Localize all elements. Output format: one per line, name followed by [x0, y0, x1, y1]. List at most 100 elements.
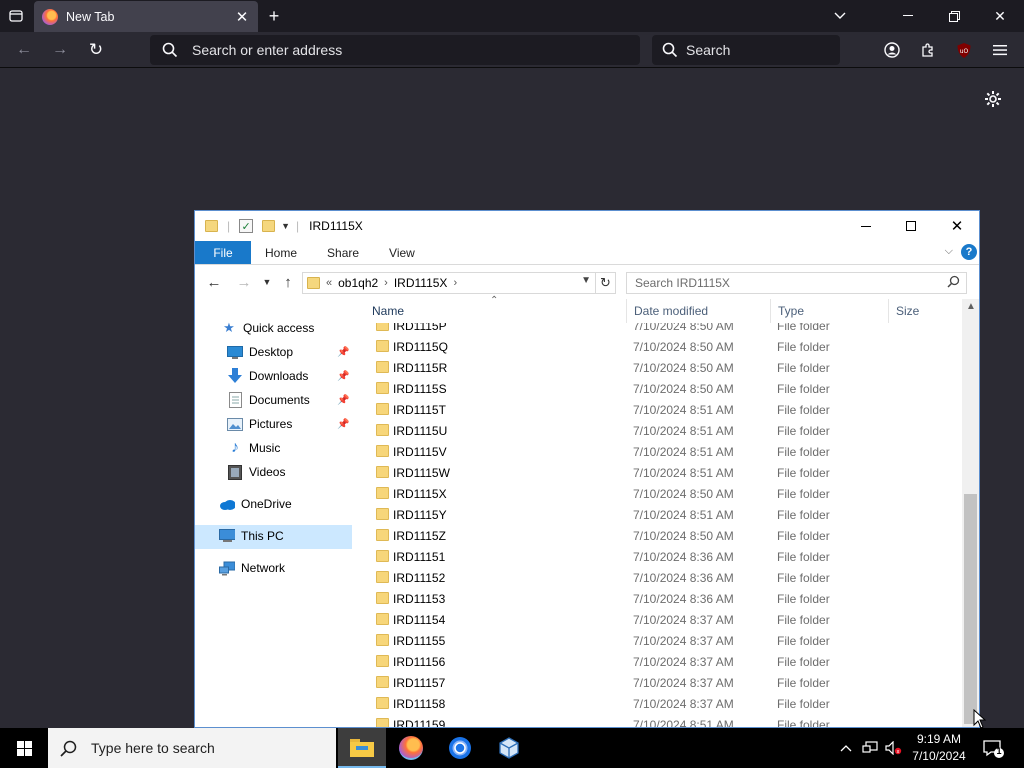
table-row[interactable]: IRD1115Z 7/10/2024 8:50 AM File folder [365, 525, 965, 546]
vertical-scrollbar[interactable]: ▲ [962, 299, 979, 727]
show-hidden-icons-chevron-icon[interactable] [838, 740, 854, 756]
forward-arrow-icon[interactable]: → [234, 272, 254, 292]
scrollbar-thumb[interactable] [964, 494, 977, 724]
taskbar-search-box[interactable]: Type here to search [48, 728, 336, 768]
table-row[interactable]: IRD11153 7/10/2024 8:36 AM File folder [365, 588, 965, 609]
notification-center-icon[interactable]: 1 [982, 737, 1004, 759]
explorer-minimize-icon[interactable] [843, 211, 889, 241]
volume-muted-icon[interactable]: x [884, 739, 902, 757]
nav-item-onedrive[interactable]: OneDrive [219, 493, 292, 515]
reload-icon[interactable]: ↻ [86, 40, 106, 60]
taskbar-firefox[interactable] [387, 728, 435, 768]
tab-view[interactable]: View [374, 241, 430, 264]
nav-item-downloads[interactable]: Downloads [227, 365, 308, 387]
network-status-icon[interactable] [861, 739, 879, 757]
explorer-close-icon[interactable]: ✕ [934, 211, 979, 241]
nav-item-network[interactable]: Network [219, 557, 285, 579]
table-row[interactable]: IRD1115P 7/10/2024 8:50 AM File folder [365, 323, 965, 336]
table-row[interactable]: IRD1115T 7/10/2024 8:51 AM File folder [365, 399, 965, 420]
ublock-origin-icon[interactable]: uO [954, 40, 974, 60]
explorer-search-input[interactable]: Search IRD1115X [626, 272, 967, 294]
breadcrumb-chevron-icon[interactable]: › [453, 277, 457, 289]
table-row[interactable]: IRD1115X 7/10/2024 8:50 AM File folder [365, 483, 965, 504]
scroll-up-arrow-icon[interactable]: ▲ [966, 301, 976, 312]
column-header-type[interactable]: Type [771, 299, 889, 323]
column-header-name[interactable]: Name [365, 299, 627, 323]
column-header-size[interactable]: Size [889, 299, 965, 323]
close-tab-icon[interactable]: ✕ [234, 8, 250, 26]
chevron-down-icon[interactable] [830, 6, 850, 26]
start-button[interactable] [0, 728, 48, 768]
close-window-icon[interactable]: ✕ [990, 6, 1010, 26]
properties-check-icon[interactable]: ✓ [239, 219, 254, 233]
nav-item-documents[interactable]: Documents [227, 389, 310, 411]
taskbar-file-explorer[interactable] [338, 728, 386, 768]
minimize-icon[interactable] [898, 6, 918, 26]
address-bar[interactable]: Search or enter address [150, 35, 640, 65]
recent-locations-chevron-icon[interactable]: ▼ [257, 272, 277, 292]
new-folder-icon[interactable] [262, 220, 276, 232]
table-row[interactable]: IRD11157 7/10/2024 8:37 AM File folder [365, 672, 965, 693]
nav-item-music[interactable]: ♪ Music [227, 437, 280, 459]
system-clock[interactable]: 9:19 AM 7/10/2024 [906, 731, 972, 765]
tab-file[interactable]: File [195, 241, 251, 264]
nav-item-desktop[interactable]: Desktop [227, 341, 293, 363]
help-icon[interactable]: ? [961, 244, 977, 260]
file-date: 7/10/2024 8:37 AM [633, 675, 734, 690]
breadcrumb-overflow[interactable]: « [326, 277, 332, 289]
file-type: File folder [777, 570, 830, 585]
breadcrumb-segment[interactable]: IRD1115X [394, 276, 448, 290]
browser-search-bar[interactable]: Search [652, 35, 840, 65]
browser-tab-new-tab[interactable]: New Tab ✕ [34, 1, 258, 32]
back-arrow-icon[interactable]: ← [204, 272, 224, 292]
refresh-icon[interactable]: ↻ [595, 273, 615, 293]
pin-icon[interactable]: 📌 [337, 395, 349, 406]
forward-arrow-icon[interactable]: → [50, 40, 70, 60]
nav-item-this-pc[interactable]: This PC [219, 525, 284, 547]
column-header-date[interactable]: Date modified [627, 299, 771, 323]
restore-icon[interactable] [944, 6, 964, 26]
table-row[interactable]: IRD1115S 7/10/2024 8:50 AM File folder [365, 378, 965, 399]
table-row[interactable]: IRD11156 7/10/2024 8:37 AM File folder [365, 651, 965, 672]
hamburger-menu-icon[interactable] [990, 40, 1010, 60]
list-all-tabs-icon[interactable] [6, 6, 26, 26]
taskbar-virtualbox[interactable] [485, 728, 533, 768]
breadcrumb[interactable]: « ob1qh2 › IRD1115X › ▼ ↻ [302, 272, 616, 294]
table-row[interactable]: IRD11158 7/10/2024 8:37 AM File folder [365, 693, 965, 714]
explorer-maximize-icon[interactable] [888, 211, 934, 241]
table-row[interactable]: IRD1115Y 7/10/2024 8:51 AM File folder [365, 504, 965, 525]
table-row[interactable]: IRD1115W 7/10/2024 8:51 AM File folder [365, 462, 965, 483]
taskbar-chrome[interactable] [436, 728, 484, 768]
expand-ribbon-chevron-icon[interactable]: ⌵ [945, 245, 953, 258]
up-arrow-icon[interactable]: ↑ [278, 272, 298, 292]
quick-access-toolbar-dropdown-icon[interactable]: ▼ [281, 221, 290, 231]
tab-home[interactable]: Home [251, 241, 312, 264]
table-row[interactable]: IRD1115V 7/10/2024 8:51 AM File folder [365, 441, 965, 462]
table-row[interactable]: IRD1115R 7/10/2024 8:50 AM File folder [365, 357, 965, 378]
table-row[interactable]: IRD11152 7/10/2024 8:36 AM File folder [365, 567, 965, 588]
new-tab-plus-icon[interactable]: + [264, 6, 284, 26]
film-icon [227, 464, 243, 480]
breadcrumb-segment[interactable]: ob1qh2 [338, 276, 378, 290]
table-row[interactable]: IRD1115Q 7/10/2024 8:50 AM File folder [365, 336, 965, 357]
nav-item-quick-access[interactable]: ★ Quick access [221, 317, 314, 339]
pin-icon[interactable]: 📌 [337, 371, 349, 382]
pin-icon[interactable]: 📌 [337, 347, 349, 358]
table-row[interactable]: IRD11154 7/10/2024 8:37 AM File folder [365, 609, 965, 630]
address-dropdown-icon[interactable]: ▼ [581, 275, 591, 286]
pin-icon[interactable]: 📌 [337, 419, 349, 430]
nav-item-videos[interactable]: Videos [227, 461, 285, 483]
file-name: IRD1115T [393, 402, 446, 417]
nav-item-pictures[interactable]: Pictures [227, 413, 292, 435]
account-icon[interactable] [882, 40, 902, 60]
table-row[interactable]: IRD11151 7/10/2024 8:36 AM File folder [365, 546, 965, 567]
table-row[interactable]: IRD1115U 7/10/2024 8:51 AM File folder [365, 420, 965, 441]
folder-icon [376, 340, 389, 352]
settings-gear-icon[interactable] [982, 88, 1004, 110]
extensions-puzzle-icon[interactable] [918, 40, 938, 60]
tab-share[interactable]: Share [312, 241, 374, 264]
table-row[interactable]: IRD11155 7/10/2024 8:37 AM File folder [365, 630, 965, 651]
table-row[interactable]: IRD11159 7/10/2024 8:51 AM File folder [365, 714, 965, 727]
back-arrow-icon[interactable]: ← [14, 40, 34, 60]
breadcrumb-chevron-icon[interactable]: › [384, 277, 388, 289]
